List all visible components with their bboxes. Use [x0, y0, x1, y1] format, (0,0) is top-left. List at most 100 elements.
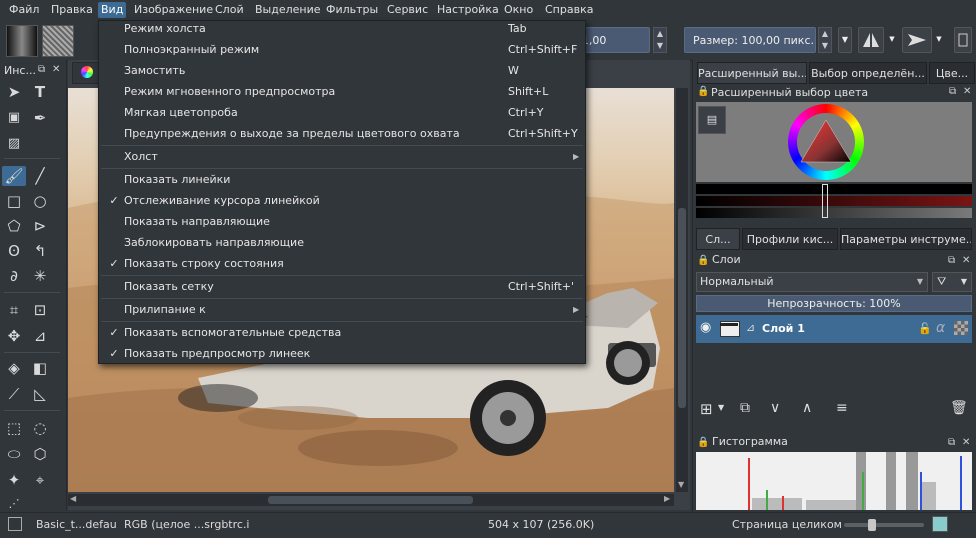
layer-name[interactable]: Слой 1 — [762, 322, 805, 335]
opacity-spinner[interactable]: ▲ ▼ — [653, 27, 667, 53]
add-layer-icon[interactable]: ⊞ — [700, 400, 713, 418]
assistant-tool-icon[interactable]: ⊿ — [28, 326, 52, 346]
toolbar-more-icon[interactable] — [954, 27, 972, 53]
tab-layers[interactable]: Сл... — [696, 228, 740, 250]
calligraphy-tool-icon[interactable]: ✒ — [28, 108, 52, 128]
lock-icon[interactable]: 🔓 — [918, 322, 932, 335]
canvas-color-icon[interactable] — [932, 516, 948, 532]
layer-opacity-slider[interactable]: Непрозрачность: 100% — [696, 295, 972, 312]
fill-tool-icon[interactable]: ◈ — [2, 358, 26, 378]
menu-help[interactable]: Справка — [542, 2, 596, 18]
advanced-color-selector[interactable]: ▤ — [696, 102, 972, 182]
scroll-left-icon[interactable]: ◀ — [70, 494, 76, 503]
polyline-tool-icon[interactable]: ⊳ — [28, 216, 52, 236]
freehand-path-tool-icon[interactable]: ∂ — [2, 266, 26, 286]
chevron-down-icon[interactable]: ▼ — [718, 403, 724, 412]
vertical-scroll-thumb[interactable] — [678, 208, 686, 408]
menu-item-rulers-track-pointer[interactable]: ✓ Отслеживание курсора линейкой — [99, 191, 585, 211]
hue-ring[interactable] — [788, 104, 864, 180]
tab-specific-color-selector[interactable]: Выбор определён... — [809, 62, 927, 84]
tab-advanced-color-selector[interactable]: Расширенный вы... — [697, 62, 807, 84]
text-tool-icon[interactable]: T — [28, 82, 52, 102]
menu-item-show-statusbar[interactable]: ✓ Показать строку состояния — [99, 254, 585, 274]
menu-tools[interactable]: Сервис — [384, 2, 431, 18]
polygon-tool-icon[interactable]: ⬠ — [2, 216, 26, 236]
mirror-v-dropdown-icon[interactable]: ▼ — [934, 27, 944, 53]
dock-close-icon[interactable]: ✕ — [963, 86, 971, 97]
gradient-swatch[interactable] — [6, 25, 38, 57]
menu-item-wrap-around[interactable]: Замостить W — [99, 61, 585, 81]
path-tool-icon[interactable]: ↰ — [28, 241, 52, 261]
dock-close-icon[interactable]: ✕ — [962, 255, 970, 266]
horizontal-scrollbar[interactable]: ◀ ▶ — [68, 494, 674, 506]
vertical-scrollbar[interactable]: ▼ — [676, 88, 688, 492]
bezier-select-tool-icon[interactable]: ⋰ — [2, 494, 26, 514]
ellipse-tool-icon[interactable]: ○ — [28, 191, 52, 211]
menu-item-fullscreen[interactable]: Полноэкранный режим Ctrl+Shift+F — [99, 40, 585, 60]
inherit-alpha-icon[interactable] — [954, 321, 968, 335]
rect-select-tool-icon[interactable]: ⬚ — [2, 418, 26, 438]
tab-tool-options[interactable]: Параметры инструме... — [840, 228, 972, 250]
brush-tool-icon[interactable]: 🖌 — [2, 166, 26, 186]
select-shapes-tool-icon[interactable]: ➤ — [2, 82, 26, 102]
dock-lock-icon[interactable]: 🔒 — [697, 437, 709, 448]
move-tool-icon[interactable]: ✥ — [2, 326, 26, 346]
similar-select-tool-icon[interactable]: ⌖ — [28, 470, 52, 490]
menu-item-soft-proofing[interactable]: Мягкая цветопроба Ctrl+Y — [99, 103, 585, 123]
menu-item-show-guides[interactable]: Показать направляющие — [99, 212, 585, 232]
ellipse-select-tool-icon[interactable]: ◌ — [28, 418, 52, 438]
menu-item-show-grid[interactable]: Показать сетку Ctrl+Shift+' — [99, 277, 585, 297]
mirror-horizontal-icon[interactable] — [858, 27, 884, 53]
brush-preview-icon[interactable] — [8, 517, 22, 531]
menu-item-show-assistant-previews[interactable]: ✓ Показать предпросмотр линеек — [99, 344, 585, 364]
dock-float-icon[interactable]: ⧉ — [948, 437, 955, 448]
menu-item-lock-guides[interactable]: Заблокировать направляющие — [99, 233, 585, 253]
color-history-bars[interactable] — [696, 184, 972, 218]
zoom-slider-handle[interactable] — [868, 519, 876, 531]
measure-tool-icon[interactable]: ◺ — [28, 384, 52, 404]
alpha-lock-icon[interactable]: α — [936, 320, 945, 336]
tab-color[interactable]: Цве... — [929, 62, 975, 84]
move-layer-down-icon[interactable]: ∨ — [770, 400, 780, 416]
dock-close-icon[interactable]: ✕ — [52, 64, 60, 75]
color-selector-settings-icon[interactable]: ▤ — [698, 106, 726, 134]
horizontal-scroll-thumb[interactable] — [268, 496, 473, 504]
menu-view[interactable]: Вид — [98, 2, 127, 18]
pattern-tool-icon[interactable]: ▨ — [2, 134, 26, 154]
size-field[interactable]: Размер: 100,00 пикс. — [684, 27, 816, 53]
menu-select[interactable]: Выделение — [252, 2, 324, 18]
menu-item-gamut-warnings[interactable]: Предупреждения о выходе за пределы цвето… — [99, 124, 585, 144]
gradient-tool-icon[interactable]: ◧ — [28, 358, 52, 378]
color-picker-tool-icon[interactable]: ⟋ — [2, 384, 26, 404]
scroll-right-icon[interactable]: ▶ — [664, 494, 670, 503]
delete-layer-icon[interactable]: 🗑 — [950, 400, 968, 416]
menu-item-snap-to-submenu[interactable]: Прилипание к ▶ — [99, 300, 585, 320]
mirror-vertical-icon[interactable] — [902, 27, 932, 53]
rectangle-tool-icon[interactable]: □ — [2, 191, 26, 211]
menu-layer[interactable]: Слой — [212, 2, 247, 18]
menu-item-show-rulers[interactable]: Показать линейки — [99, 170, 585, 190]
move-layer-up-icon[interactable]: ∧ — [802, 400, 812, 416]
eye-icon[interactable]: ◉ — [700, 320, 711, 335]
blend-mode-select[interactable]: Нормальный ▼ — [696, 272, 928, 292]
freehand-select-tool-icon[interactable]: ⬭ — [2, 444, 26, 464]
dock-float-icon[interactable]: ⧉ — [948, 255, 955, 266]
line-tool-icon[interactable]: ╱ — [28, 166, 52, 186]
dock-float-icon[interactable]: ⧉ — [38, 64, 45, 75]
menu-filters[interactable]: Фильтры — [323, 2, 381, 18]
scroll-down-icon[interactable]: ▼ — [678, 480, 684, 489]
magic-wand-tool-icon[interactable]: ✦ — [2, 470, 26, 490]
layer-row[interactable]: ◉ ⊿ Слой 1 🔓 α — [696, 315, 972, 343]
menu-item-canvas-submenu[interactable]: Холст ▶ — [99, 147, 585, 167]
dock-lock-icon[interactable]: 🔒 — [697, 255, 709, 266]
dock-float-icon[interactable]: ⧉ — [949, 86, 956, 97]
size-dropdown-icon[interactable]: ▼ — [838, 27, 852, 53]
status-brush-preset[interactable]: Basic_t...defau — [36, 518, 117, 531]
menu-edit[interactable]: Правка — [48, 2, 96, 18]
pattern-swatch[interactable] — [42, 25, 74, 57]
menu-item-instant-preview[interactable]: Режим мгновенного предпросмотра Shift+L — [99, 82, 585, 102]
menu-settings[interactable]: Настройка — [434, 2, 502, 18]
tab-brush-presets[interactable]: Профили кис... — [742, 228, 838, 250]
duplicate-layer-icon[interactable]: ⧉ — [740, 400, 750, 416]
menu-item-canvas-only[interactable]: Режим холста Tab — [99, 19, 585, 39]
